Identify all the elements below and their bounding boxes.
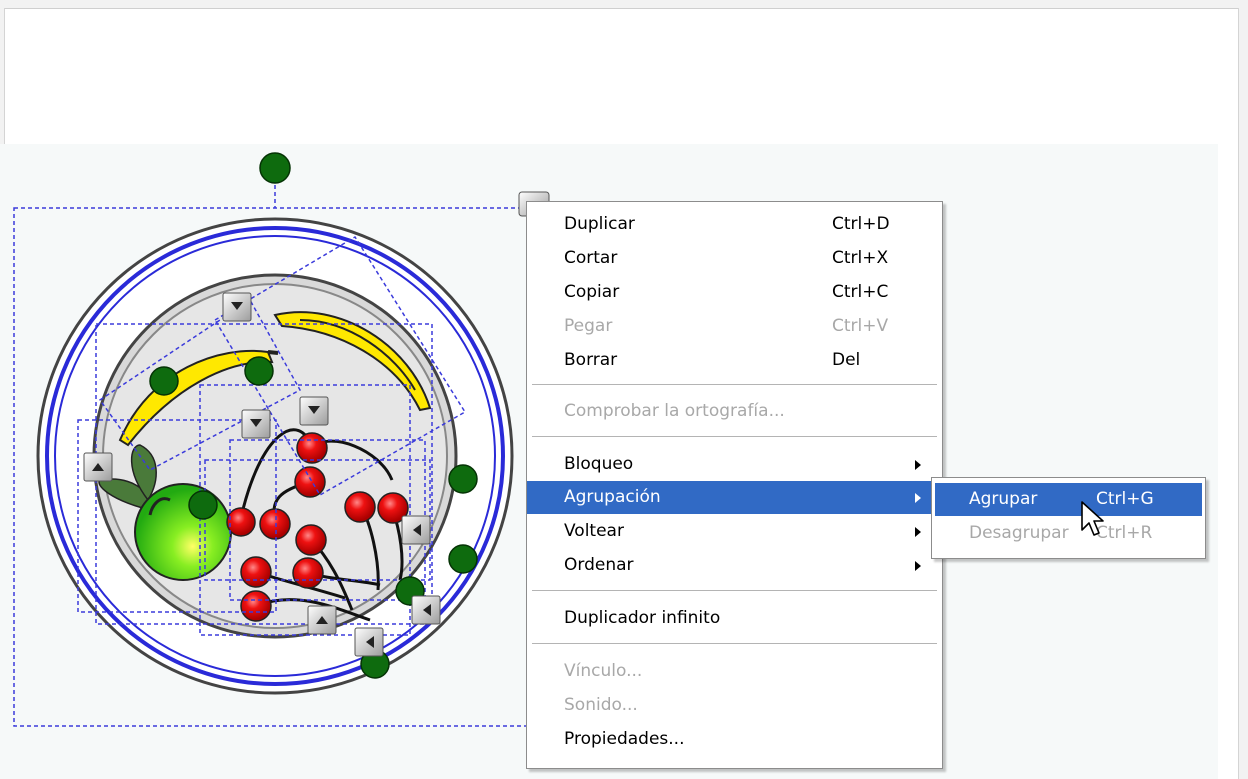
submenu-arrow-icon <box>915 527 921 537</box>
agrupacion-submenu: Agrupar Ctrl+G Desagrupar Ctrl+R <box>931 477 1206 559</box>
menu-item-cortar[interactable]: Cortar Ctrl+X <box>527 242 942 275</box>
menu-item-shortcut: Del <box>832 350 861 370</box>
menu-item-comprobar-ortografia: Comprobar la ortografía... <box>527 395 942 428</box>
rotate-handle[interactable] <box>188 490 218 520</box>
context-menu: Duplicar Ctrl+D Cortar Ctrl+X Copiar Ctr… <box>526 201 943 769</box>
menu-handle-left-icon[interactable] <box>354 627 384 657</box>
menu-item-shortcut: Ctrl+X <box>832 248 889 268</box>
menu-item-label: Voltear <box>564 521 624 541</box>
menu-item-label: Propiedades... <box>564 729 685 749</box>
menu-item-label: Comprobar la ortografía... <box>564 401 785 421</box>
menu-item-bloqueo[interactable]: Bloqueo <box>527 448 942 481</box>
menu-item-agrupar[interactable]: Agrupar Ctrl+G <box>935 483 1202 516</box>
mouse-cursor-icon <box>1081 501 1104 536</box>
menu-item-label: Sonido... <box>564 695 638 715</box>
menu-item-label: Duplicador infinito <box>564 608 721 628</box>
apple <box>134 483 232 581</box>
menu-item-borrar[interactable]: Borrar Del <box>527 344 942 377</box>
rotate-handle[interactable] <box>149 366 179 396</box>
canvas-top-area <box>5 9 1238 144</box>
fruit-plate-drawing[interactable] <box>0 140 560 740</box>
menu-item-label: Cortar <box>564 248 618 268</box>
submenu-arrow-icon <box>915 460 921 470</box>
menu-item-sonido: Sonido... <box>527 689 942 722</box>
menu-item-shortcut: Ctrl+C <box>832 282 889 302</box>
menu-item-label: Agrupar <box>969 489 1038 509</box>
menu-item-label: Duplicar <box>564 214 635 234</box>
menu-item-desagrupar: Desagrupar Ctrl+R <box>932 517 1205 550</box>
menu-handle-left-icon[interactable] <box>411 595 441 625</box>
window-top-border <box>0 0 1248 9</box>
menu-separator <box>532 590 937 591</box>
window-left-border <box>0 8 5 144</box>
menu-separator <box>532 384 937 385</box>
menu-item-label: Vínculo... <box>564 661 643 681</box>
rotate-handle[interactable] <box>448 544 478 574</box>
menu-separator <box>532 436 937 437</box>
menu-handle-left-icon[interactable] <box>401 515 431 545</box>
menu-item-label: Desagrupar <box>969 523 1069 543</box>
menu-item-agrupacion[interactable]: Agrupación <box>527 481 942 514</box>
menu-item-label: Copiar <box>564 282 620 302</box>
submenu-arrow-icon <box>915 493 921 503</box>
menu-item-duplicador-infinito[interactable]: Duplicador infinito <box>527 602 942 635</box>
menu-item-ordenar[interactable]: Ordenar <box>527 549 942 582</box>
menu-item-label: Borrar <box>564 350 618 370</box>
menu-item-label: Agrupación <box>564 487 661 507</box>
menu-item-shortcut: Ctrl+D <box>832 214 890 234</box>
menu-item-copiar[interactable]: Copiar Ctrl+C <box>527 276 942 309</box>
rotate-handle[interactable] <box>448 464 478 494</box>
window-right-border <box>1238 8 1248 779</box>
menu-item-label: Bloqueo <box>564 454 634 474</box>
rotate-handle-main[interactable] <box>259 152 291 184</box>
menu-item-propiedades[interactable]: Propiedades... <box>527 723 942 756</box>
menu-handle-down-icon[interactable] <box>241 409 271 439</box>
menu-handle-up-icon[interactable] <box>307 605 337 635</box>
menu-item-label: Ordenar <box>564 555 634 575</box>
menu-handle-down-icon[interactable] <box>222 292 252 322</box>
menu-handle-up-icon[interactable] <box>83 452 113 482</box>
menu-item-voltear[interactable]: Voltear <box>527 515 942 548</box>
menu-item-vinculo: Vínculo... <box>527 655 942 688</box>
menu-handle-down-icon[interactable] <box>299 396 329 426</box>
menu-item-shortcut: Ctrl+V <box>832 316 889 336</box>
menu-separator <box>532 643 937 644</box>
submenu-arrow-icon <box>915 561 921 571</box>
menu-item-duplicar[interactable]: Duplicar Ctrl+D <box>527 208 942 241</box>
menu-item-pegar: Pegar Ctrl+V <box>527 310 942 343</box>
menu-item-label: Pegar <box>564 316 613 336</box>
rotate-handle[interactable] <box>244 356 274 386</box>
